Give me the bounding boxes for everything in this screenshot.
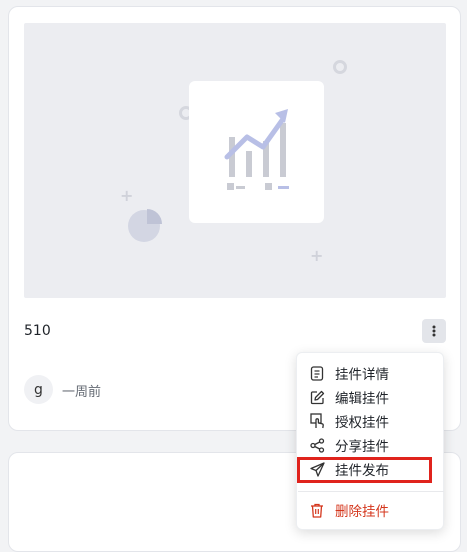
menu-divider (298, 491, 444, 492)
trend-chart-icon (224, 109, 289, 190)
menu-item-publish[interactable]: 挂件发布 (297, 457, 443, 481)
menu-item-share[interactable]: 分享挂件 (297, 433, 443, 457)
context-menu: 挂件详情 编辑挂件 授权挂件 分享挂件 挂件发布 删除挂件 (296, 352, 444, 530)
menu-item-label: 删除挂件 (335, 504, 389, 520)
menu-item-details[interactable]: 挂件详情 (297, 361, 443, 385)
widget-title: 510 (24, 323, 51, 339)
plus-decoration: + (310, 246, 324, 265)
more-vertical-icon (432, 325, 436, 337)
menu-item-edit[interactable]: 编辑挂件 (297, 385, 443, 409)
ring-decoration (333, 60, 347, 74)
chart-placeholder-panel (189, 81, 324, 223)
document-icon (309, 365, 325, 381)
pie-chart-icon (128, 209, 162, 242)
widget-thumbnail: + + (24, 23, 446, 298)
edit-icon (309, 389, 325, 405)
menu-item-label: 编辑挂件 (335, 391, 389, 407)
menu-item-delete[interactable]: 删除挂件 (297, 498, 443, 522)
more-options-button[interactable] (422, 319, 446, 343)
share-icon (309, 437, 325, 453)
authorize-icon (309, 413, 325, 429)
avatar: g (24, 375, 53, 404)
menu-item-label: 挂件发布 (335, 463, 389, 479)
updated-time: 一周前 (62, 385, 102, 400)
menu-item-authorize[interactable]: 授权挂件 (297, 409, 443, 433)
menu-item-label: 分享挂件 (335, 439, 389, 455)
menu-item-label: 挂件详情 (335, 367, 389, 383)
send-icon (309, 461, 325, 477)
trash-icon (309, 502, 325, 518)
plus-decoration: + (120, 186, 134, 205)
menu-item-label: 授权挂件 (335, 415, 389, 431)
